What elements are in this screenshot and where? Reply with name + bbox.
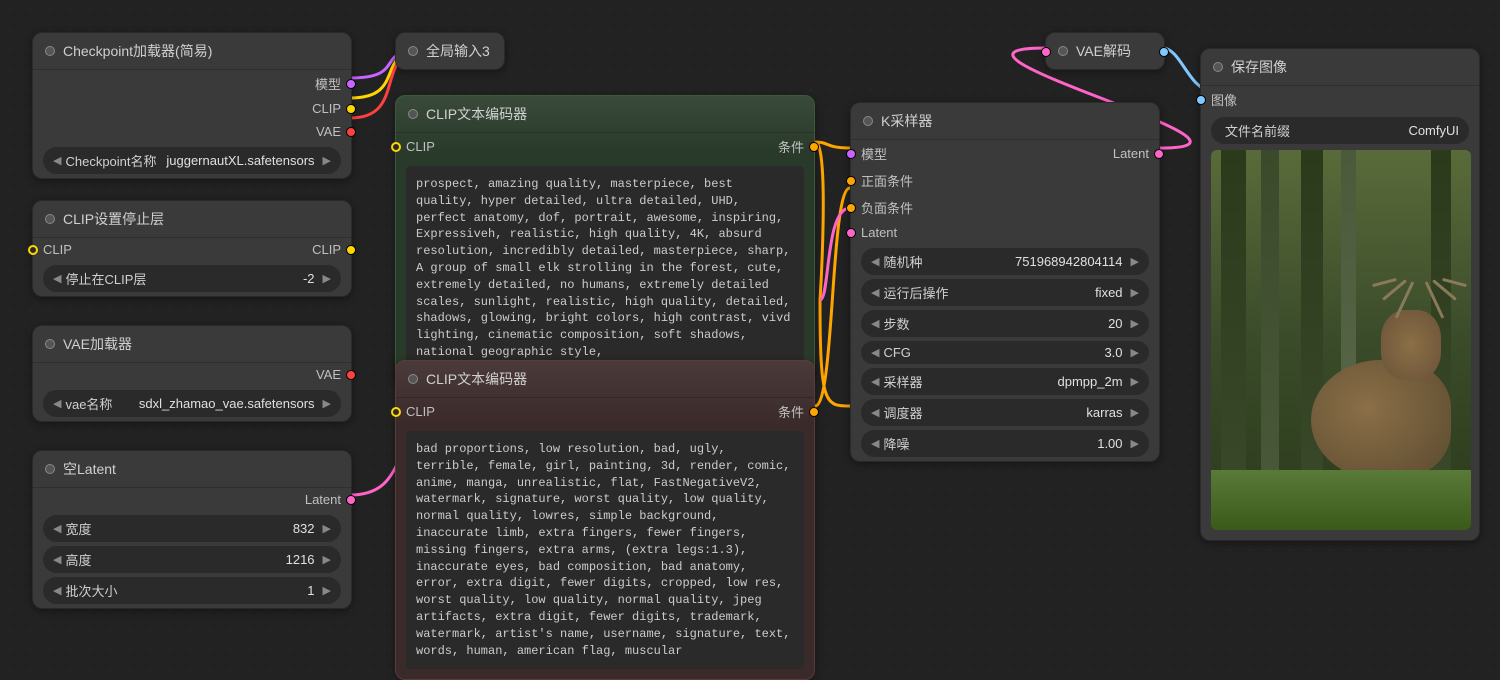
arrow-left-icon[interactable]: ◀ bbox=[53, 522, 61, 535]
negative-prompt-textarea[interactable]: bad proportions, low resolution, bad, ug… bbox=[406, 431, 804, 669]
arrow-right-icon[interactable]: ▶ bbox=[323, 272, 331, 285]
positive-prompt-textarea[interactable]: prospect, amazing quality, masterpiece, … bbox=[406, 166, 804, 371]
arrow-right-icon[interactable]: ▶ bbox=[323, 584, 331, 597]
vae-name-widget[interactable]: ◀vae名称sdxl_zhamao_vae.safetensors▶ bbox=[43, 390, 341, 417]
node-title[interactable]: VAE解码 bbox=[1046, 33, 1164, 69]
arrow-left-icon[interactable]: ◀ bbox=[871, 255, 879, 268]
batch-widget[interactable]: ◀批次大小1▶ bbox=[43, 577, 341, 604]
node-title[interactable]: VAE加载器 bbox=[33, 326, 351, 363]
arrow-left-icon[interactable]: ◀ bbox=[871, 317, 879, 330]
output-clip[interactable]: CLIP bbox=[33, 97, 351, 120]
output-model[interactable]: 模型 bbox=[33, 70, 351, 97]
node-title[interactable]: 保存图像 bbox=[1201, 49, 1479, 86]
node-title[interactable]: Checkpoint加载器(简易) bbox=[33, 33, 351, 70]
arrow-left-icon[interactable]: ◀ bbox=[871, 286, 879, 299]
filename-prefix-widget[interactable]: 文件名前缀ComfyUI bbox=[1211, 117, 1469, 144]
arrow-left-icon[interactable]: ◀ bbox=[53, 272, 61, 285]
arrow-right-icon[interactable]: ▶ bbox=[1131, 375, 1139, 388]
io-row[interactable]: CLIP条件 bbox=[396, 133, 814, 160]
arrow-right-icon[interactable]: ▶ bbox=[323, 154, 331, 167]
arrow-right-icon[interactable]: ▶ bbox=[1131, 346, 1139, 359]
arrow-left-icon[interactable]: ◀ bbox=[871, 437, 879, 450]
steps-widget[interactable]: ◀步数20▶ bbox=[861, 310, 1149, 337]
cfg-widget[interactable]: ◀CFG3.0▶ bbox=[861, 341, 1149, 364]
node-clip-text-positive[interactable]: CLIP文本编码器 CLIP条件 prospect, amazing quali… bbox=[395, 95, 815, 382]
input-latent[interactable]: Latent bbox=[851, 221, 1159, 244]
arrow-right-icon[interactable]: ▶ bbox=[323, 397, 331, 410]
io-row-model[interactable]: 模型Latent bbox=[851, 140, 1159, 167]
input-image[interactable]: 图像 bbox=[1201, 86, 1479, 113]
node-title[interactable]: CLIP文本编码器 bbox=[396, 96, 814, 133]
arrow-left-icon[interactable]: ◀ bbox=[871, 375, 879, 388]
arrow-right-icon[interactable]: ▶ bbox=[323, 522, 331, 535]
node-clip-text-negative[interactable]: CLIP文本编码器 CLIP条件 bad proportions, low re… bbox=[395, 360, 815, 680]
arrow-left-icon[interactable]: ◀ bbox=[871, 406, 879, 419]
output-latent[interactable]: Latent bbox=[33, 488, 351, 511]
io-row[interactable]: CLIP条件 bbox=[396, 398, 814, 425]
checkpoint-name-widget[interactable]: ◀Checkpoint名称juggernautXL.safetensors▶ bbox=[43, 147, 341, 174]
arrow-left-icon[interactable]: ◀ bbox=[53, 584, 61, 597]
arrow-left-icon[interactable]: ◀ bbox=[53, 154, 61, 167]
output-vae[interactable]: VAE bbox=[33, 363, 351, 386]
node-clip-stop-layer[interactable]: CLIP设置停止层 CLIPCLIP ◀停止在CLIP层-2▶ bbox=[32, 200, 352, 297]
node-title[interactable]: 空Latent bbox=[33, 451, 351, 488]
width-widget[interactable]: ◀宽度832▶ bbox=[43, 515, 341, 542]
control-after-widget[interactable]: ◀运行后操作fixed▶ bbox=[861, 279, 1149, 306]
input-negative[interactable]: 负面条件 bbox=[851, 194, 1159, 221]
arrow-right-icon[interactable]: ▶ bbox=[1131, 437, 1139, 450]
arrow-left-icon[interactable]: ◀ bbox=[53, 397, 61, 410]
arrow-left-icon[interactable]: ◀ bbox=[53, 553, 61, 566]
node-ksampler[interactable]: K采样器 模型Latent 正面条件 负面条件 Latent ◀随机种75196… bbox=[850, 102, 1160, 462]
image-preview bbox=[1211, 150, 1471, 530]
sampler-widget[interactable]: ◀采样器dpmpp_2m▶ bbox=[861, 368, 1149, 395]
scheduler-widget[interactable]: ◀调度器karras▶ bbox=[861, 399, 1149, 426]
node-vae-decode[interactable]: VAE解码 bbox=[1045, 32, 1165, 70]
arrow-right-icon[interactable]: ▶ bbox=[1131, 286, 1139, 299]
height-widget[interactable]: ◀高度1216▶ bbox=[43, 546, 341, 573]
node-checkpoint-loader[interactable]: Checkpoint加载器(简易) 模型 CLIP VAE ◀Checkpoin… bbox=[32, 32, 352, 179]
node-vae-loader[interactable]: VAE加载器 VAE ◀vae名称sdxl_zhamao_vae.safeten… bbox=[32, 325, 352, 422]
node-title[interactable]: 全局输入3 bbox=[396, 33, 504, 69]
arrow-right-icon[interactable]: ▶ bbox=[1131, 317, 1139, 330]
arrow-right-icon[interactable]: ▶ bbox=[1131, 255, 1139, 268]
node-global-input-3[interactable]: 全局输入3 bbox=[395, 32, 505, 70]
seed-widget[interactable]: ◀随机种751968942804114▶ bbox=[861, 248, 1149, 275]
node-title[interactable]: CLIP文本编码器 bbox=[396, 361, 814, 398]
node-title[interactable]: CLIP设置停止层 bbox=[33, 201, 351, 238]
stop-layer-widget[interactable]: ◀停止在CLIP层-2▶ bbox=[43, 265, 341, 292]
denoise-widget[interactable]: ◀降噪1.00▶ bbox=[861, 430, 1149, 457]
node-title[interactable]: K采样器 bbox=[851, 103, 1159, 140]
node-save-image[interactable]: 保存图像 图像 文件名前缀ComfyUI bbox=[1200, 48, 1480, 541]
arrow-right-icon[interactable]: ▶ bbox=[323, 553, 331, 566]
node-empty-latent[interactable]: 空Latent Latent ◀宽度832▶ ◀高度1216▶ ◀批次大小1▶ bbox=[32, 450, 352, 609]
output-vae[interactable]: VAE bbox=[33, 120, 351, 143]
arrow-left-icon[interactable]: ◀ bbox=[871, 346, 879, 359]
input-positive[interactable]: 正面条件 bbox=[851, 167, 1159, 194]
io-clip[interactable]: CLIPCLIP bbox=[33, 238, 351, 261]
arrow-right-icon[interactable]: ▶ bbox=[1131, 406, 1139, 419]
